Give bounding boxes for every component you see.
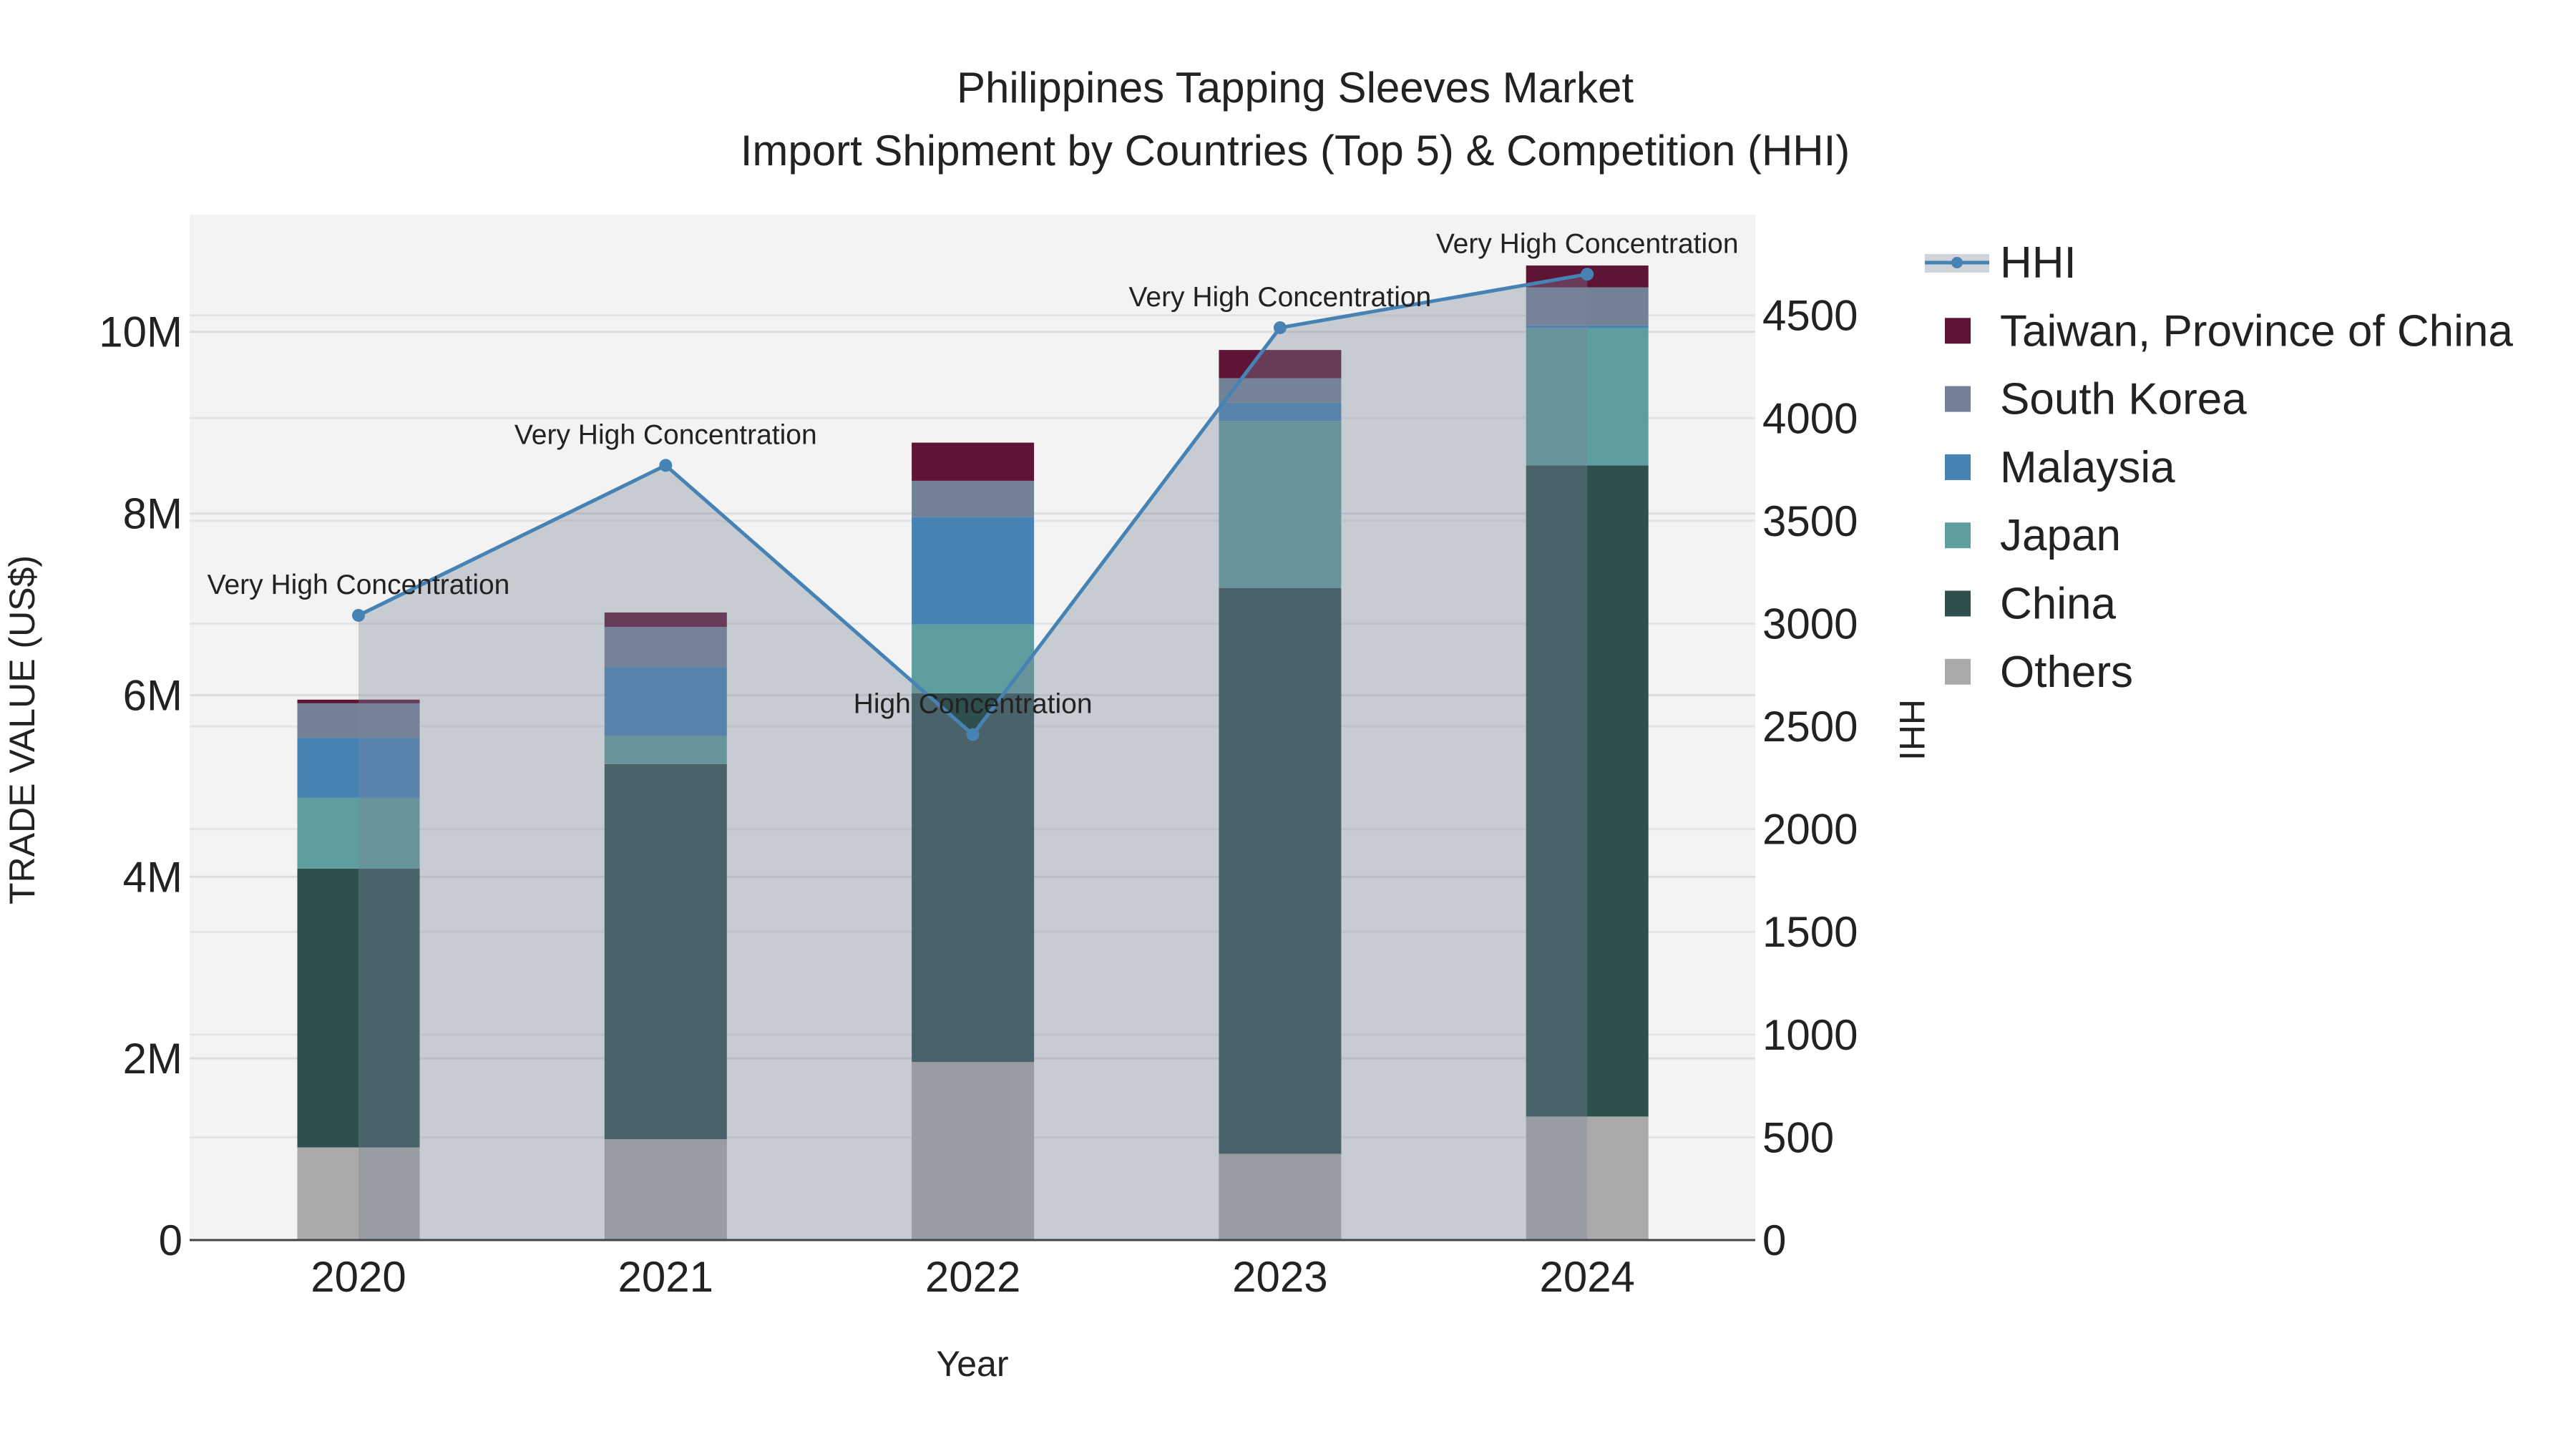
x-ticks: 2020 2021 2022 2023 2024 — [311, 1253, 1635, 1301]
hhi-annotation: Very High Concentration — [514, 419, 817, 450]
legend-swatch — [1945, 454, 1971, 480]
hhi-annotation: High Concentration — [854, 689, 1093, 720]
y2-tick-label: 3000 — [1762, 600, 1858, 648]
x-axis-title: Year — [936, 1344, 1008, 1384]
hhi-point-2021 — [659, 459, 673, 472]
hhi-annotation: Very High Concentration — [1436, 228, 1739, 259]
y-tick-label: 8M — [123, 490, 182, 538]
legend-label: Taiwan, Province of China — [2000, 306, 2513, 356]
legend-label: Japan — [2000, 511, 2121, 560]
legend-swatch — [1945, 658, 1971, 685]
hhi-annotation: Very High Concentration — [208, 570, 510, 600]
y2-tick-label: 0 — [1762, 1216, 1786, 1264]
y-axis-title: TRADE VALUE (US$) — [2, 555, 42, 904]
y2-tick-label: 1000 — [1762, 1011, 1858, 1059]
x-tick-label: 2021 — [618, 1253, 713, 1301]
chart-title: Philippines Tapping Sleeves Market — [957, 64, 1634, 112]
legend-swatch — [1945, 590, 1971, 617]
y-tick-label: 4M — [123, 853, 182, 901]
hhi-point-2024 — [1581, 268, 1594, 281]
bar-taiwan-province-of-china-2022 — [912, 442, 1035, 481]
y2-tick-label: 500 — [1762, 1113, 1834, 1161]
legend-swatch — [1945, 386, 1971, 412]
legend-label: South Korea — [2000, 375, 2247, 424]
x-tick-label: 2023 — [1232, 1253, 1327, 1301]
legend-label: HHI — [2000, 238, 2077, 288]
y-tick-label: 6M — [123, 671, 182, 719]
chart: Philippines Tapping Sleeves Market Impor… — [2, 64, 2513, 1384]
bar-malaysia-2022 — [912, 517, 1035, 625]
x-tick-label: 2020 — [311, 1253, 406, 1301]
y2-axis-title: HHI — [1892, 699, 1932, 761]
legend-label: Malaysia — [2000, 443, 2175, 492]
chart-subtitle: Import Shipment by Countries (Top 5) & C… — [741, 127, 1850, 175]
y-tick-label: 2M — [123, 1035, 182, 1083]
y2-tick-label: 3500 — [1762, 497, 1858, 545]
y-tick-label: 0 — [159, 1216, 182, 1264]
hhi-point-2022 — [966, 728, 980, 741]
hhi-point-2023 — [1273, 321, 1287, 334]
legend-label: China — [2000, 580, 2117, 629]
bar-south-korea-2022 — [912, 480, 1035, 517]
y2-ticks: 0 500 1000 1500 2000 2500 3000 3500 4000 4500 — [1762, 292, 1858, 1264]
legend: HHI Taiwan, Province of China South Korea M… — [1925, 238, 2513, 697]
y2-tick-label: 4000 — [1762, 394, 1858, 442]
y2-tick-label: 4500 — [1762, 292, 1858, 340]
x-tick-label: 2022 — [925, 1253, 1020, 1301]
y-ticks: 0 2M 4M 6M 8M 10M — [99, 308, 182, 1264]
y2-tick-label: 1500 — [1762, 908, 1858, 956]
y2-tick-label: 2500 — [1762, 703, 1858, 751]
legend-swatch — [1945, 318, 1971, 344]
legend-swatch — [1945, 522, 1971, 549]
legend-hhi-marker — [1951, 257, 1963, 268]
y2-tick-label: 2000 — [1762, 806, 1858, 854]
hhi-annotation: Very High Concentration — [1129, 282, 1432, 313]
hhi-point-2020 — [352, 608, 365, 622]
x-tick-label: 2024 — [1539, 1253, 1634, 1301]
y-tick-label: 10M — [99, 308, 182, 356]
legend-label: Others — [2000, 648, 2133, 697]
